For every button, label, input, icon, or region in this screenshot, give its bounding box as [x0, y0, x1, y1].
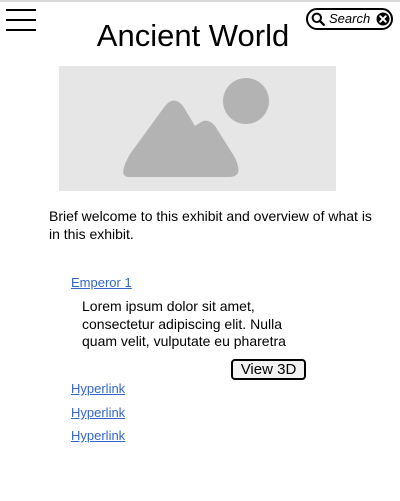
hyperlink-1[interactable]: Hyperlink: [71, 381, 125, 397]
menu-bar: [6, 9, 36, 11]
top-divider: [0, 0, 400, 2]
hamburger-menu-icon[interactable]: [6, 8, 36, 32]
hero-image: [59, 66, 336, 191]
image-placeholder-icon: [123, 78, 269, 177]
page-title: Ancient World: [96, 18, 290, 53]
hyperlink-2[interactable]: Hyperlink: [71, 405, 125, 421]
search-icon: [311, 12, 325, 26]
intro-text: Brief welcome to this exhibit and overvi…: [49, 208, 372, 242]
close-icon[interactable]: [376, 12, 390, 26]
search-input[interactable]: [329, 10, 375, 28]
exhibit-description: Lorem ipsum dolor sit amet, consectetur …: [82, 298, 286, 349]
hyperlink-3[interactable]: Hyperlink: [71, 428, 125, 444]
menu-bar: [6, 29, 36, 31]
menu-bar: [6, 19, 36, 21]
search-box[interactable]: [306, 8, 393, 30]
emperor-1-link[interactable]: Emperor 1: [71, 275, 132, 291]
view-3d-button[interactable]: View 3D: [231, 359, 306, 380]
